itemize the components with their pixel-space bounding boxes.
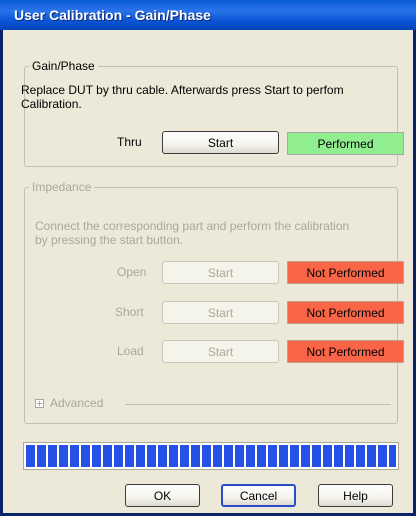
gain-phase-instruction-line1: Replace DUT by thru cable. Afterwards pr… xyxy=(21,83,344,97)
advanced-label: Advanced xyxy=(50,396,104,410)
impedance-legend: Impedance xyxy=(32,180,92,194)
title-bar: User Calibration - Gain/Phase xyxy=(0,0,416,30)
progress-fill xyxy=(26,445,396,467)
advanced-toggle[interactable]: Advanced xyxy=(35,396,103,410)
impedance-instruction-line1: Connect the corresponding part and perfo… xyxy=(35,219,350,233)
advanced-divider xyxy=(125,404,391,405)
short-label: Short xyxy=(115,305,144,319)
gain-phase-legend: Gain/Phase xyxy=(32,59,95,73)
calibration-dialog: User Calibration - Gain/Phase Gain/Phase… xyxy=(0,0,416,516)
open-start-button[interactable]: Start xyxy=(162,261,279,284)
open-label: Open xyxy=(117,265,147,279)
thru-start-button[interactable]: Start xyxy=(162,131,279,154)
thru-status-badge: Performed xyxy=(287,132,404,155)
progress-bar xyxy=(23,442,399,470)
cancel-button[interactable]: Cancel xyxy=(221,484,296,507)
help-button[interactable]: Help xyxy=(318,484,393,507)
window-title: User Calibration - Gain/Phase xyxy=(14,7,211,23)
short-status-badge: Not Performed xyxy=(287,301,404,324)
ok-button[interactable]: OK xyxy=(125,484,200,507)
gain-phase-instruction-line2: Calibration. xyxy=(21,97,82,111)
expand-plus-icon xyxy=(35,398,44,408)
impedance-instruction-line2: by pressing the start button. xyxy=(35,233,184,247)
short-start-button[interactable]: Start xyxy=(162,301,279,324)
load-start-button[interactable]: Start xyxy=(162,340,279,363)
thru-label: Thru xyxy=(117,135,142,149)
load-label: Load xyxy=(117,344,144,358)
load-status-badge: Not Performed xyxy=(287,340,404,363)
open-status-badge: Not Performed xyxy=(287,261,404,284)
